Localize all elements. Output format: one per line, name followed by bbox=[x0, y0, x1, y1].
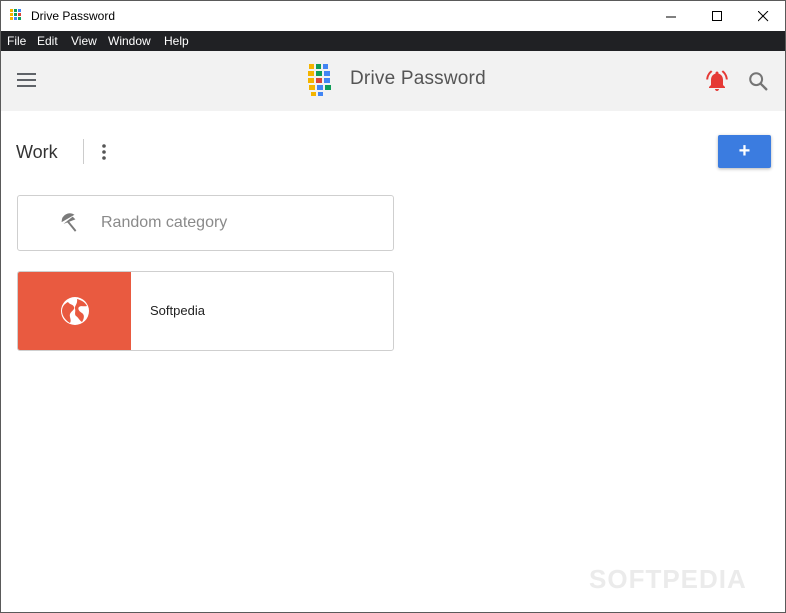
entry-label: Softpedia bbox=[150, 303, 205, 318]
app-bar: Drive Password bbox=[1, 51, 785, 111]
maximize-icon bbox=[711, 10, 722, 21]
close-button[interactable] bbox=[740, 1, 785, 31]
title-bar: Drive Password bbox=[1, 1, 785, 31]
watermark: SOFTPEDIA bbox=[589, 564, 747, 594]
minimize-icon bbox=[665, 16, 676, 17]
app-title: Drive Password bbox=[350, 68, 486, 89]
menu-bar: File Edit View Window Help bbox=[1, 31, 785, 51]
category-title: Work bbox=[16, 142, 58, 162]
window-title: Drive Password bbox=[31, 9, 116, 23]
menu-window[interactable]: Window bbox=[108, 34, 151, 48]
bell-icon[interactable] bbox=[705, 69, 729, 93]
close-icon bbox=[757, 10, 768, 21]
menu-help[interactable]: Help bbox=[164, 34, 189, 48]
maximize-button[interactable] bbox=[694, 1, 740, 31]
main-content: Work + Random category Softpedia bbox=[1, 111, 785, 612]
random-category-card[interactable]: Random category bbox=[17, 195, 394, 251]
entry-color-block bbox=[18, 272, 131, 350]
app-window: Drive Password File Edit View Window Hel… bbox=[0, 0, 786, 613]
app-icon bbox=[10, 9, 21, 20]
add-entry-button[interactable]: + bbox=[718, 135, 771, 168]
logo bbox=[308, 64, 331, 96]
menu-view[interactable]: View bbox=[71, 34, 97, 48]
entry-card[interactable]: Softpedia bbox=[17, 271, 394, 351]
menu-icon[interactable] bbox=[17, 73, 37, 89]
menu-edit[interactable]: Edit bbox=[37, 34, 58, 48]
title-divider bbox=[83, 139, 84, 164]
globe-icon bbox=[61, 297, 89, 325]
menu-file[interactable]: File bbox=[7, 34, 26, 48]
search-icon[interactable] bbox=[747, 70, 769, 92]
umbrella-icon bbox=[61, 213, 77, 232]
more-options-icon[interactable] bbox=[98, 143, 110, 161]
random-category-label: Random category bbox=[101, 214, 228, 231]
minimize-button[interactable] bbox=[648, 1, 694, 31]
